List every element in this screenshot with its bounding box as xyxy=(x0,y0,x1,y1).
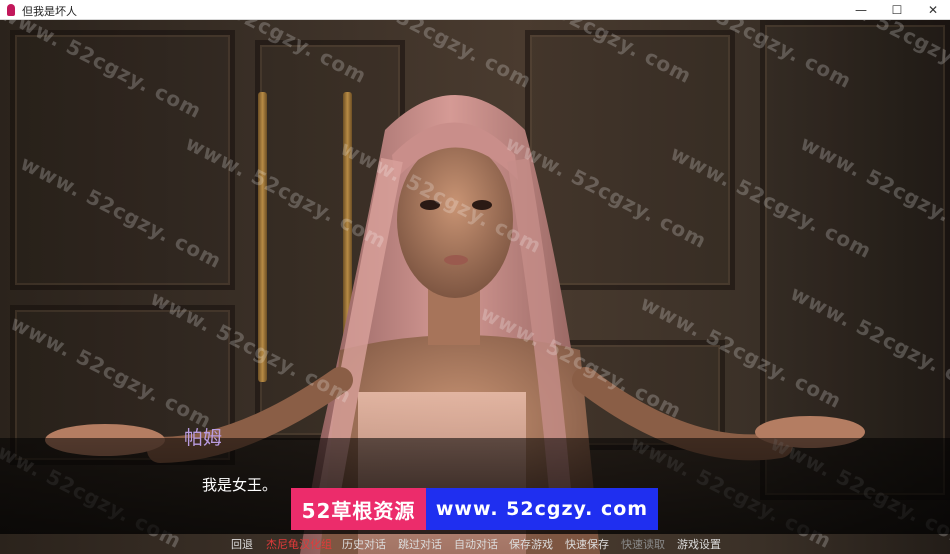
quick-menu-auto[interactable]: 自动对话 xyxy=(454,536,498,552)
maximize-button[interactable]: ☐ xyxy=(880,0,914,20)
quick-menu-quickload[interactable]: 快速读取 xyxy=(621,536,665,552)
dialogue-text: 我是女王。 xyxy=(202,476,278,494)
app-icon xyxy=(7,4,15,16)
quick-menu-rollback[interactable]: 回退 xyxy=(231,536,253,552)
window-title: 但我是坏人 xyxy=(22,5,77,18)
quick-menu-save[interactable]: 保存游戏 xyxy=(509,536,553,552)
quick-menu-history[interactable]: 历史对话 xyxy=(342,536,386,552)
quick-menu-credit: 杰尼龟汉化组 xyxy=(266,538,332,551)
speaker-name: 帕姆 xyxy=(184,427,223,449)
minimize-button[interactable]: — xyxy=(844,0,878,20)
quick-menu-skip[interactable]: 跳过对话 xyxy=(398,536,442,552)
quick-menu-quicksave[interactable]: 快速保存 xyxy=(565,536,609,552)
brand-url: www. 52cgzy. com xyxy=(426,488,658,530)
lips xyxy=(444,255,468,265)
quick-menu: 回退 杰尼龟汉化组 历史对话 跳过对话 自动对话 保存游戏 快速保存 快速读取 … xyxy=(0,536,950,554)
window-titlebar: 但我是坏人 — ☐ ✕ xyxy=(0,0,950,20)
quick-menu-preferences[interactable]: 游戏设置 xyxy=(677,536,721,552)
brand-logo: 52草根资源 xyxy=(291,488,426,530)
close-button[interactable]: ✕ xyxy=(916,0,950,20)
